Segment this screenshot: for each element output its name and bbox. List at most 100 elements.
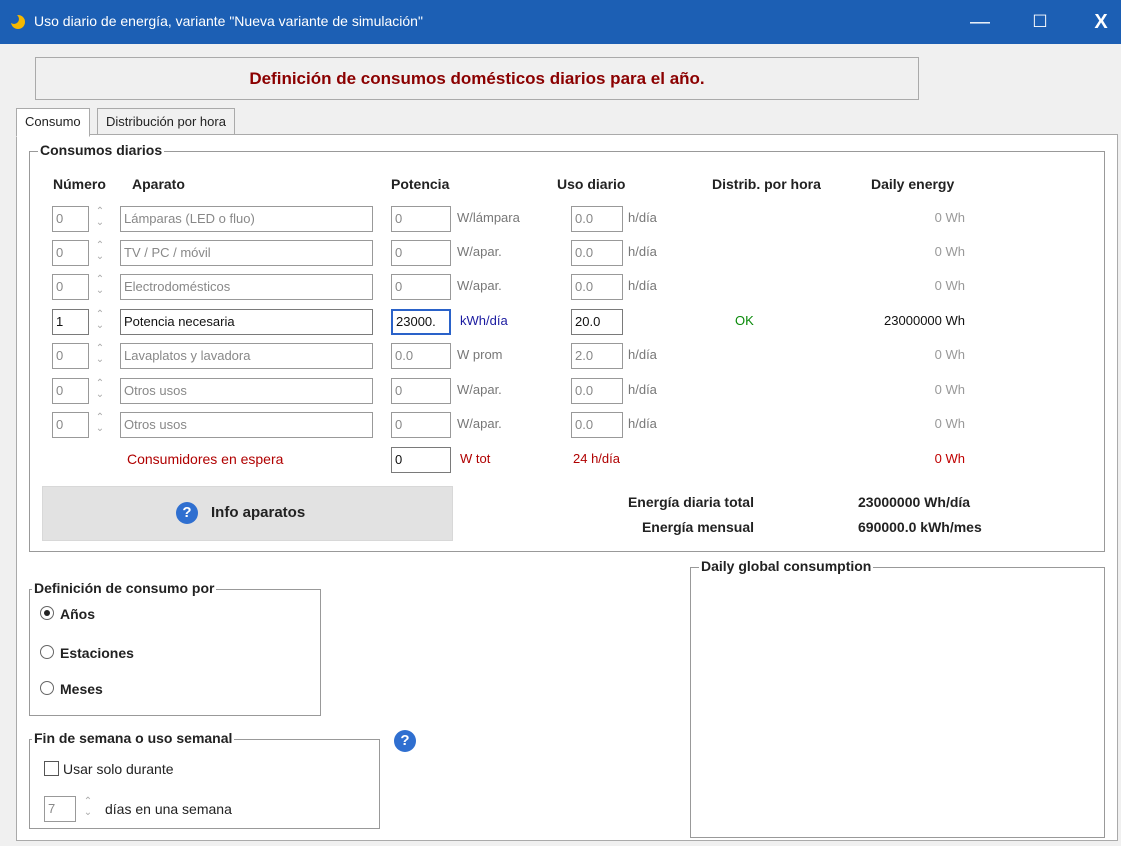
numero-input[interactable]: 0 [52,240,89,266]
window-title: Uso diario de energía, variante "Nueva v… [34,13,423,29]
total-monthly-label: Energía mensual [641,519,754,535]
column-header-distrib: Distrib. por hora [712,176,821,192]
tab-panel-consumo: Consumos diarios Número Aparato Potencia… [16,134,1118,841]
consumos-diarios-title: Consumos diarios [38,142,165,158]
fin-semana-title: Fin de semana o uso semanal [32,730,235,746]
aparato-input[interactable]: Lavaplatos y lavadora [120,343,373,369]
daily-energy-value: 0 Wh [934,278,965,293]
dias-spinner[interactable]: ⌃ ⌄ [81,796,95,822]
numero-input[interactable]: 1 [52,309,89,335]
standby-potencia-input[interactable]: 0 [391,447,451,473]
potencia-unit: W/apar. [457,416,502,431]
uso-input[interactable]: 2.0 [571,343,623,369]
numero-spinner[interactable]: ⌃ ⌄ [93,206,107,232]
distrib-status: OK [735,313,754,328]
uso-input[interactable]: 0.0 [571,378,623,404]
column-header-potencia: Potencia [391,176,450,192]
aparato-input[interactable]: Potencia necesaria [120,309,373,335]
usar-solo-checkbox[interactable]: Usar solo durante [44,761,174,777]
potencia-input[interactable]: 23000. [391,309,451,335]
potencia-input[interactable]: 0 [391,206,451,232]
potencia-unit: W/lámpara [457,210,520,225]
daily-energy-value: 23000000 Wh [884,313,965,328]
numero-spinner[interactable]: ⌃ ⌄ [93,343,107,369]
checkbox-icon [44,761,59,776]
numero-input[interactable]: 0 [52,274,89,300]
numero-spinner[interactable]: ⌃ ⌄ [93,309,107,335]
help-question-icon[interactable]: ? [394,730,416,752]
fin-semana-group: Fin de semana o uso semanal Usar solo du… [29,730,380,829]
standby-row: Consumidores en espera 0 W tot 24 h/día … [30,447,1100,475]
radio-estaciones[interactable]: Estaciones [40,645,134,661]
standby-potencia-unit: W tot [460,451,491,466]
column-header-uso-diario: Uso diario [557,176,626,192]
radio-anos[interactable]: Años [40,606,95,622]
numero-input[interactable]: 0 [52,378,89,404]
tab-distribucion-por-hora[interactable]: Distribución por hora [97,108,235,136]
uso-input[interactable]: 0.0 [571,412,623,438]
uso-input[interactable]: 0.0 [571,206,623,232]
uso-unit: h/día [628,382,657,397]
numero-spinner[interactable]: ⌃ ⌄ [93,240,107,266]
numero-input[interactable]: 0 [52,412,89,438]
standby-energy-value: 0 Wh [934,451,965,466]
daily-global-consumption-group: Daily global consumption [690,558,1105,838]
info-aparatos-label: Info aparatos [211,504,306,521]
appliance-row: 0 ⌃ ⌄ Otros usos 0 W/apar. 0.0 h/día 0 Wh [30,412,1100,440]
uso-input[interactable]: 0.0 [571,274,623,300]
uso-unit: h/día [628,278,657,293]
total-monthly-value: 690000.0 kWh/mes [858,519,982,535]
potencia-unit: W prom [457,347,503,362]
tab-consumo[interactable]: Consumo [16,108,90,137]
daily-global-consumption-title: Daily global consumption [699,558,874,574]
uso-input[interactable]: 0.0 [571,240,623,266]
aparato-input[interactable]: Electrodomésticos [120,274,373,300]
potencia-unit: W/apar. [457,244,502,259]
potencia-input[interactable]: 0 [391,240,451,266]
numero-spinner[interactable]: ⌃ ⌄ [93,412,107,438]
potencia-input[interactable]: 0.0 [391,343,451,369]
aparato-input[interactable]: Lámparas (LED o fluo) [120,206,373,232]
potencia-input[interactable]: 0 [391,378,451,404]
numero-input[interactable]: 0 [52,343,89,369]
definicion-consumo-title: Definición de consumo por [32,580,217,596]
radio-meses[interactable]: Meses [40,681,103,697]
appliance-row: 1 ⌃ ⌄ Potencia necesaria 23000. kWh/día 2… [30,309,1100,337]
potencia-input[interactable]: 0 [391,412,451,438]
potencia-unit: kWh/día [460,313,508,328]
uso-input[interactable]: 20.0 [571,309,623,335]
numero-spinner[interactable]: ⌃ ⌄ [93,274,107,300]
radio-estaciones-label: Estaciones [60,645,134,661]
consumos-diarios-group: Consumos diarios Número Aparato Potencia… [29,142,1105,552]
aparato-input[interactable]: Otros usos [120,378,373,404]
daily-energy-value: 0 Wh [934,347,965,362]
aparato-input[interactable]: TV / PC / móvil [120,240,373,266]
appliance-row: 0 ⌃ ⌄ Lámparas (LED o fluo) 0 W/lámpara 0… [30,206,1100,234]
minimize-button[interactable]: — [960,6,1000,38]
numero-spinner[interactable]: ⌃ ⌄ [93,378,107,404]
aparato-input[interactable]: Otros usos [120,412,373,438]
maximize-button[interactable]: ☐ [1020,6,1060,38]
page-header: Definición de consumos domésticos diario… [35,57,919,100]
radio-unselected-icon [40,681,54,695]
uso-unit: h/día [628,416,657,431]
close-button[interactable]: X [1081,6,1121,38]
column-header-numero: Número [53,176,106,192]
definicion-consumo-group: Definición de consumo por Años Estacione… [29,580,321,716]
radio-unselected-icon [40,645,54,659]
uso-unit: h/día [628,210,657,225]
numero-input[interactable]: 0 [52,206,89,232]
appliance-row: 0 ⌃ ⌄ Electrodomésticos 0 W/apar. 0.0 h/d… [30,274,1100,302]
info-aparatos-button[interactable]: ? Info aparatos [42,486,453,541]
daily-energy-value: 0 Wh [934,382,965,397]
daily-energy-value: 0 Wh [934,210,965,225]
uso-unit: h/día [628,347,657,362]
total-daily-label: Energía diaria total [627,494,754,510]
potencia-input[interactable]: 0 [391,274,451,300]
appliance-row: 0 ⌃ ⌄ TV / PC / móvil 0 W/apar. 0.0 h/día… [30,240,1100,268]
potencia-unit: W/apar. [457,278,502,293]
question-icon: ? [176,502,198,524]
radio-selected-icon [40,606,54,620]
dias-input[interactable]: 7 [44,796,76,822]
uso-unit: h/día [628,244,657,259]
